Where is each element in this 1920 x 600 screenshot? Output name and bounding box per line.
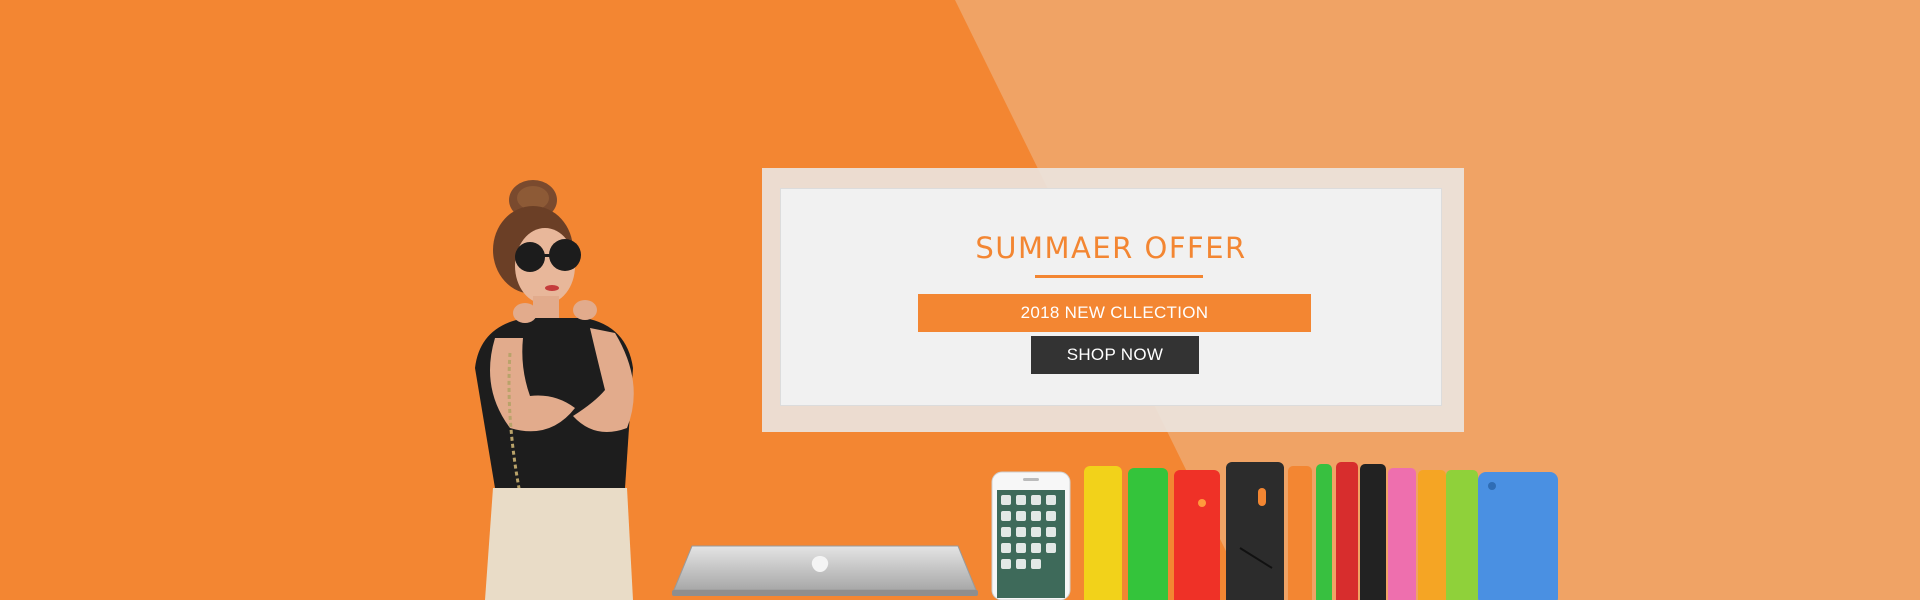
hero-banner: SUMMAER OFFER 2018 NEW CLLECTION SHOP NO… (0, 0, 1920, 600)
offer-panel: SUMMAER OFFER 2018 NEW CLLECTION SHOP NO… (780, 188, 1442, 406)
offer-panel-frame: SUMMAER OFFER 2018 NEW CLLECTION SHOP NO… (762, 168, 1464, 432)
laptop-image (672, 545, 978, 596)
woman-model-image (475, 180, 634, 600)
offer-title-underline (1035, 275, 1203, 278)
offer-title: SUMMAER OFFER (975, 231, 1247, 265)
phone-cases-image (1084, 462, 1558, 600)
smartphone-image (991, 471, 1071, 600)
shop-now-button[interactable]: SHOP NOW (1031, 336, 1199, 374)
collection-label: 2018 NEW CLLECTION (918, 294, 1311, 332)
